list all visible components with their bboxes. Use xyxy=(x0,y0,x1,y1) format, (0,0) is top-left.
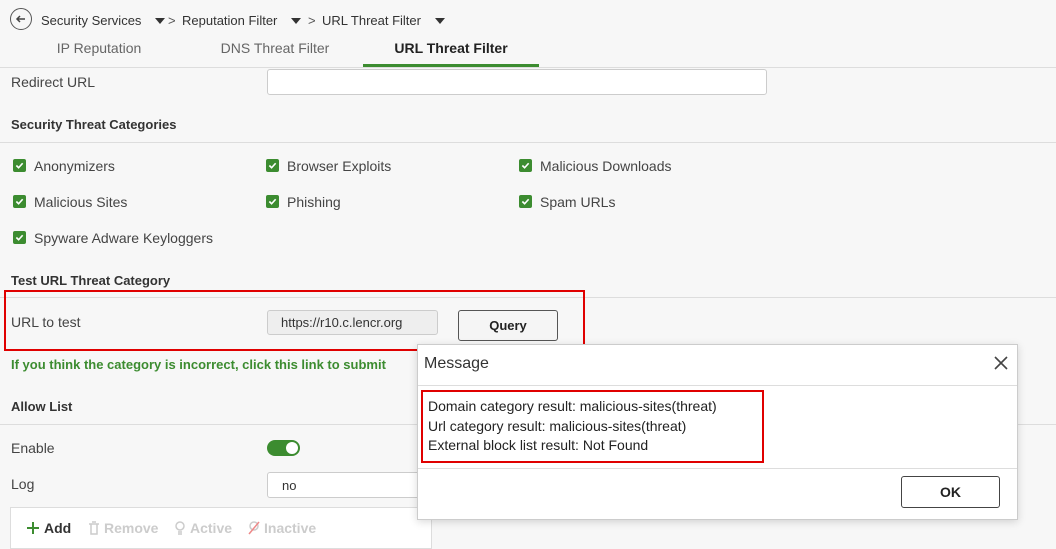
breadcrumb-security-services[interactable]: Security Services xyxy=(41,13,166,28)
remove-label: Remove xyxy=(104,520,159,536)
dialog-divider xyxy=(418,468,1017,469)
add-label: Add xyxy=(44,520,72,536)
log-label: Log xyxy=(11,476,35,492)
check-icon xyxy=(15,162,24,169)
back-button[interactable] xyxy=(10,8,32,30)
check-icon xyxy=(521,198,530,205)
lightbulb-off-icon xyxy=(248,521,260,535)
checkbox-anonymizers[interactable] xyxy=(13,159,26,172)
close-button[interactable] xyxy=(991,353,1011,373)
tab-ip-reputation[interactable]: IP Reputation xyxy=(40,40,158,56)
close-icon xyxy=(994,356,1008,370)
category-label: Malicious Sites xyxy=(34,194,128,210)
dialog-divider xyxy=(418,385,1017,386)
test-url-title: Test URL Threat Category xyxy=(11,273,171,288)
breadcrumb-label: URL Threat Filter xyxy=(322,13,421,28)
arrow-left-icon xyxy=(15,15,25,23)
submit-category-link[interactable]: If you think the category is incorrect, … xyxy=(11,357,386,372)
category-label: Spyware Adware Keyloggers xyxy=(34,230,213,246)
tab-url-threat-filter[interactable]: URL Threat Filter xyxy=(363,40,539,56)
category-label: Malicious Downloads xyxy=(540,158,672,174)
remove-button[interactable]: Remove xyxy=(88,520,158,536)
inactive-button[interactable]: Inactive xyxy=(248,520,316,536)
redirect-url-input[interactable] xyxy=(267,69,767,95)
enable-label: Enable xyxy=(11,440,55,456)
inactive-label: Inactive xyxy=(264,520,317,536)
redirect-url-label: Redirect URL xyxy=(11,74,96,90)
highlight-box-query xyxy=(4,290,585,351)
category-label: Anonymizers xyxy=(34,158,115,174)
breadcrumb-label: Reputation Filter xyxy=(182,13,278,28)
ok-button[interactable]: OK xyxy=(901,476,1000,508)
check-icon xyxy=(268,162,277,169)
enable-toggle[interactable] xyxy=(267,440,300,456)
breadcrumb-reputation-filter[interactable]: Reputation Filter xyxy=(182,13,302,28)
tab-divider xyxy=(0,67,1056,68)
category-label: Phishing xyxy=(287,194,341,210)
category-label: Spam URLs xyxy=(540,194,616,210)
active-label: Active xyxy=(190,520,233,536)
active-button[interactable]: Active xyxy=(174,520,232,536)
message-dialog: Message Domain category result: maliciou… xyxy=(417,344,1018,520)
check-icon xyxy=(521,162,530,169)
caret-down-icon[interactable] xyxy=(155,17,166,24)
log-select[interactable]: no xyxy=(267,472,427,498)
checkbox-malicious-downloads[interactable] xyxy=(519,159,532,172)
breadcrumb-url-threat-filter[interactable]: URL Threat Filter xyxy=(322,13,445,28)
highlight-box-results xyxy=(421,390,764,463)
threat-categories-title: Security Threat Categories xyxy=(11,117,177,132)
plus-icon xyxy=(27,522,39,534)
breadcrumb-label: Security Services xyxy=(41,13,142,28)
check-icon xyxy=(268,198,277,205)
checkbox-spam-urls[interactable] xyxy=(519,195,532,208)
allow-list-title: Allow List xyxy=(11,399,73,414)
lightbulb-icon xyxy=(175,521,185,535)
checkbox-browser-exploits[interactable] xyxy=(266,159,279,172)
checkbox-malicious-sites[interactable] xyxy=(13,195,26,208)
category-label: Browser Exploits xyxy=(287,158,392,174)
check-icon xyxy=(15,234,24,241)
dialog-title: Message xyxy=(424,355,489,372)
section-divider xyxy=(0,142,1056,143)
trash-icon xyxy=(89,521,99,535)
tab-dns-threat-filter[interactable]: DNS Threat Filter xyxy=(208,40,342,56)
breadcrumb-separator: > xyxy=(168,13,176,28)
checkbox-phishing[interactable] xyxy=(266,195,279,208)
breadcrumb-separator: > xyxy=(308,13,316,28)
check-icon xyxy=(15,198,24,205)
caret-down-icon[interactable] xyxy=(291,17,302,24)
caret-down-icon[interactable] xyxy=(434,17,445,24)
add-button[interactable]: Add xyxy=(26,520,71,536)
checkbox-spyware-adware-keyloggers[interactable] xyxy=(13,231,26,244)
